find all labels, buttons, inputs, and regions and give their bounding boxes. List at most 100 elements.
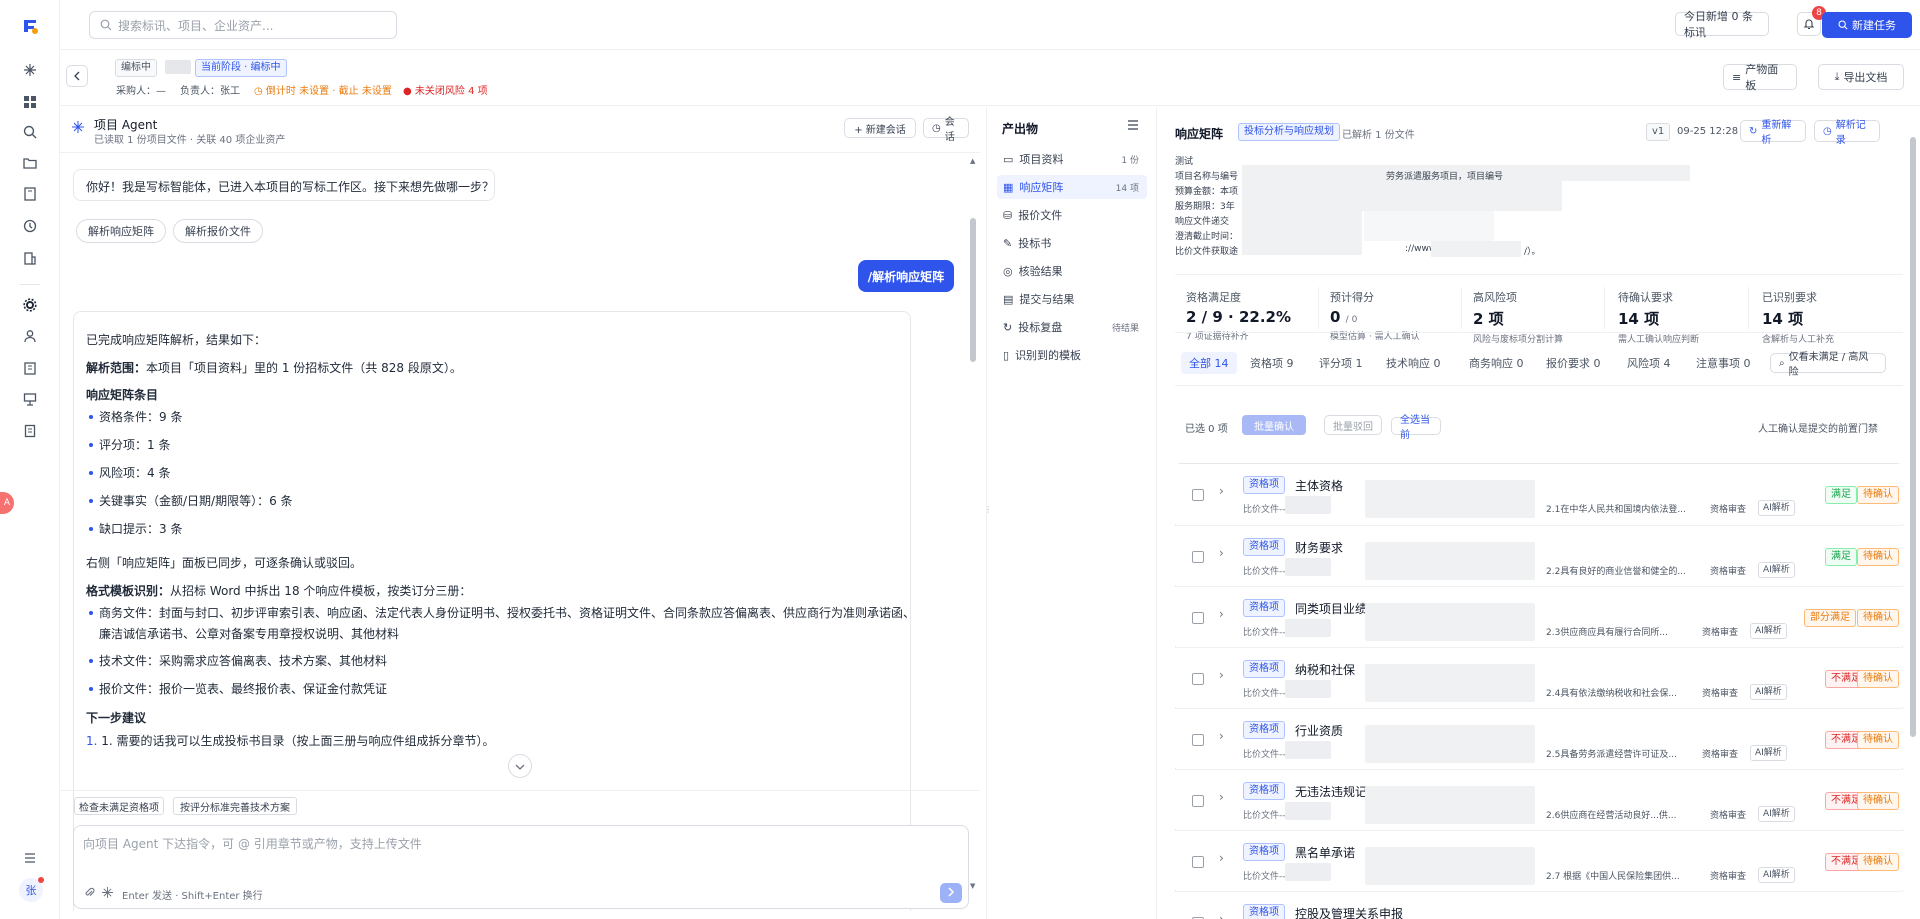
chevron-right-icon[interactable]: › [1219,790,1224,804]
global-search-input[interactable]: 搜索标讯、项目、企业资产... [89,11,397,39]
search-icon[interactable] [18,120,42,144]
new-session-button[interactable]: + 新建会话 [844,118,916,138]
row-confirm-badge[interactable]: 待确认 [1857,731,1899,749]
select-all-button[interactable]: 全选当前 [1391,415,1441,441]
chevron-down-icon [515,759,525,773]
book-icon[interactable] [18,182,42,206]
chip-parse-matrix[interactable]: 解析响应矩阵 [76,219,166,243]
clock-icon[interactable] [18,214,42,238]
row-checkbox[interactable] [1192,551,1204,563]
chip-parse-quote[interactable]: 解析报价文件 [173,219,263,243]
building-icon[interactable] [18,246,42,270]
table-row[interactable]: › 资格项 财务要求 比价文件--- 2.2具有良好的商业信誉和健全的... 资格审查 AI… [1175,525,1903,585]
stat-sub: 模型估算 · 需人工确认 [1330,332,1420,342]
matrix-scrollbar[interactable] [1910,137,1916,737]
table-row[interactable]: › 资格项 黑名单承诺 比价文件--- 2.7 根据《中国人民保险集团供... 资格审查 A… [1175,830,1903,890]
grid-icon[interactable] [18,90,42,114]
chevron-right-icon[interactable]: › [1219,607,1224,621]
output-item-submission[interactable]: ▤ 提交与结果 [997,287,1147,311]
tab-risk[interactable]: 风险项 4 [1627,352,1671,374]
row-checkbox[interactable] [1192,489,1204,501]
menu-icon[interactable] [1127,119,1139,134]
export-button[interactable]: ⤓ 导出文档 [1818,64,1904,90]
app-logo-icon[interactable] [18,14,42,38]
document-icon[interactable] [18,419,42,443]
new-task-button[interactable]: 新建任务 [1822,12,1912,38]
sessions-button[interactable]: ◷ 会话 [923,117,969,143]
output-item-quote-file[interactable]: ⛁ 报价文件 [997,203,1147,227]
output-label: 项目资料 [1019,153,1064,166]
table-row[interactable]: › 资格项 无违法违规记录 比价文件---人 2.6供应商在经营活动良好...供... 资… [1175,769,1903,829]
row-checkbox[interactable] [1192,795,1204,807]
presentation-icon[interactable] [18,387,42,411]
output-item-bid-document[interactable]: ✎ 投标书 [997,231,1147,255]
floating-assistant-icon[interactable]: A [0,492,14,514]
version-tag: v1 [1646,123,1671,141]
quick-chip[interactable]: 检查未满足资格项 [74,797,164,815]
table-row[interactable]: › 资格项 行业资质 比价文件---人 2.5具备劳务派遣经营许可证及... 资格审查 AI… [1175,708,1903,768]
chevron-right-icon[interactable]: › [1219,546,1224,560]
output-item-templates[interactable]: ▯ 识别到的模板 [997,343,1147,367]
sparkle-icon[interactable] [102,887,113,901]
scroll-down-button[interactable] [508,754,532,778]
sparkle-icon[interactable] [18,58,42,82]
stat-value: 2 / 9 · 22.2% [1186,308,1291,326]
tab-scoring[interactable]: 评分项 1 [1319,352,1363,374]
tab-quote[interactable]: 报价要求 0 [1546,352,1601,374]
tab-commercial[interactable]: 商务响应 0 [1469,352,1524,374]
chat-scrollbar[interactable]: ▲ ▼ [969,153,977,890]
row-checkbox[interactable] [1192,734,1204,746]
output-item-project-files[interactable]: ▭ 项目资料 1 份 [997,147,1147,171]
daily-new-button[interactable]: 今日新增 0 条标讯 [1675,10,1769,39]
sessions-label: 会话 [944,117,955,143]
tab-technical[interactable]: 技术响应 0 [1386,352,1441,374]
batch-reject-button[interactable]: 批量驳回 [1324,415,1382,435]
chevron-right-icon[interactable]: › [1219,668,1224,682]
search-icon [100,19,112,31]
tab-qualification[interactable]: 资格项 9 [1250,352,1294,374]
reparse-button[interactable]: ↻ 重新解析 [1740,120,1806,146]
gear-icon[interactable] [18,293,42,317]
countdown-label: ◷ 倒计时 未设置 · 截止 未设置 [254,82,392,97]
output-item-verification[interactable]: ◎ 核验结果 [997,259,1147,283]
row-confirm-badge[interactable]: 待确认 [1857,792,1899,810]
only-unmet-toggle[interactable]: ⌕ 仅看未满足 / 高风险 [1770,352,1886,378]
row-checkbox[interactable] [1192,673,1204,685]
row-confirm-badge[interactable]: 待确认 [1857,670,1899,688]
attach-icon[interactable] [84,887,95,901]
artifacts-label: 产物面板 [1745,63,1779,92]
row-confirm-badge[interactable]: 待确认 [1857,609,1899,627]
chevron-right-icon[interactable]: › [1219,851,1224,865]
table-row[interactable]: › 资格项 纳税和社保 比价文件---人 2.4具有依法缴纳税收和社会保... 资格审查 A… [1175,647,1903,707]
table-row[interactable]: › 资格项 控股及管理关系申报 [1175,891,1903,919]
stat-value: 14 项 [1618,310,1660,328]
row-checkbox[interactable] [1192,612,1204,624]
send-button[interactable] [940,883,962,903]
row-confirm-badge[interactable]: 待确认 [1857,486,1899,504]
parse-log-button[interactable]: ◷ 解析记录 [1814,120,1880,146]
agent-input[interactable]: 向项目 Agent 下达指令，可 @ 引用章节或产物，支持上传文件 Enter … [73,825,969,909]
output-item-review[interactable]: ↻ 投标复盘 待结果 [997,315,1147,339]
table-row[interactable]: › 资格项 主体资格 比价文件--- 2.1在中华人民共和国境内依法登... 资格审查 AI… [1175,464,1903,524]
table-row[interactable]: › 资格项 同类项目业绩 比价文件--- 2.3供应商应具有履行合同所... 资格审查 AI… [1175,586,1903,646]
output-item-response-matrix[interactable]: ▦ 响应矩阵 14 项 [997,175,1147,199]
batch-confirm-button[interactable]: 批量确认 [1242,415,1306,435]
back-button[interactable] [66,65,88,87]
row-confirm-badge[interactable]: 待确认 [1857,853,1899,871]
chevron-right-icon[interactable]: › [1219,484,1224,498]
tab-all[interactable]: 全部 14 [1181,352,1237,374]
tab-notes[interactable]: 注意事项 0 [1696,352,1751,374]
row-clause: 2.4具有依法缴纳税收和社会保... [1546,689,1677,699]
menu-icon[interactable] [18,846,42,870]
row-confirm-badge[interactable]: 待确认 [1857,548,1899,566]
row-type-tag: 资格项 [1243,538,1285,556]
artifacts-panel-button[interactable]: ≡ 产物面板 [1723,63,1797,92]
redacted-block [1285,496,1331,514]
row-checkbox[interactable] [1192,856,1204,868]
org-icon[interactable] [18,356,42,380]
folder-icon[interactable] [18,151,42,175]
quick-chip[interactable]: 按评分标准完善技术方案 [173,797,297,815]
user-icon[interactable] [18,324,42,348]
chevron-right-icon[interactable]: › [1219,912,1224,919]
chevron-right-icon[interactable]: › [1219,729,1224,743]
